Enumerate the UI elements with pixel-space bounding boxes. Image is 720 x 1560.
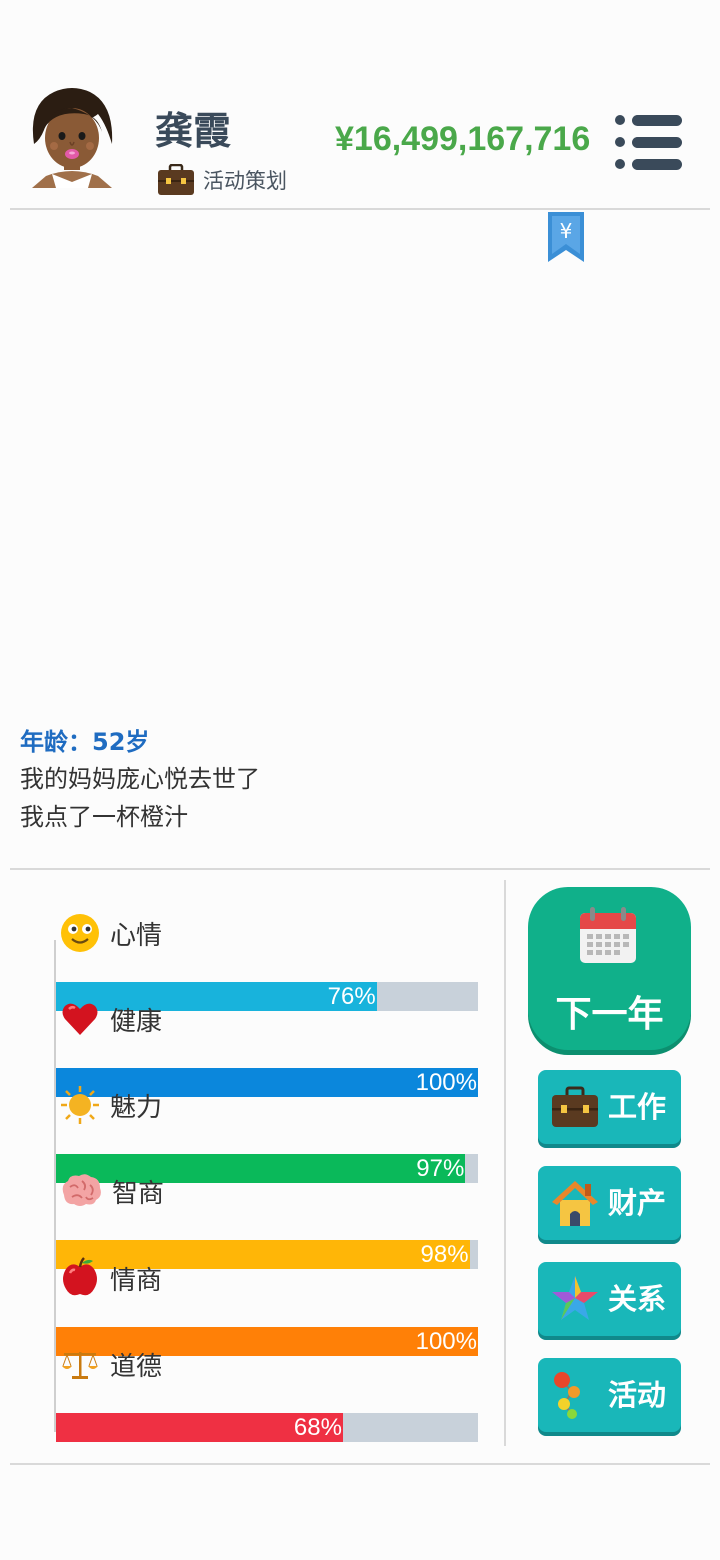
stat-percent: 98% bbox=[420, 1241, 469, 1268]
smiley-face-icon bbox=[61, 914, 99, 952]
log-line: 我的妈妈庞心悦去世了 bbox=[20, 765, 260, 793]
header: 龚霞 活动策划 ¥16,499,167,716 bbox=[0, 0, 720, 210]
activity-dots-icon bbox=[554, 1372, 580, 1419]
briefcase-icon bbox=[552, 1086, 598, 1127]
stats-axis-line bbox=[54, 940, 56, 1432]
stat-percent: 100% bbox=[415, 1069, 477, 1096]
job-label: 活动策划 bbox=[203, 169, 287, 193]
stat-percent: 68% bbox=[293, 1414, 342, 1441]
log-line: 我点了一杯橙汁 bbox=[20, 803, 188, 831]
work-label: 工作 bbox=[608, 1090, 667, 1124]
scales-icon bbox=[62, 1352, 98, 1379]
bookmark-symbol: ¥ bbox=[560, 219, 573, 243]
stat-bar-track: 68% bbox=[56, 1413, 478, 1442]
header-divider bbox=[10, 208, 710, 210]
briefcase-icon bbox=[158, 164, 194, 195]
age-line: 年龄：52岁 bbox=[20, 728, 150, 756]
stat-percent: 100% bbox=[415, 1328, 477, 1355]
event-log: 年龄：52岁 我的妈妈庞心悦去世了 我点了一杯橙汁 bbox=[20, 724, 700, 836]
stat-percent: 97% bbox=[416, 1155, 465, 1182]
stat-bar-fill: 68% bbox=[56, 1413, 343, 1442]
character-name: 龚霞 bbox=[155, 109, 232, 153]
assets-label: 财产 bbox=[608, 1186, 667, 1220]
next-year-label: 下一年 bbox=[555, 994, 664, 1035]
relations-button[interactable]: 关系 bbox=[538, 1262, 681, 1336]
avatar[interactable] bbox=[26, 84, 118, 192]
job-row: 活动策划 bbox=[157, 164, 287, 196]
menu-list-icon[interactable] bbox=[612, 112, 684, 172]
money-balance: ¥16,499,167,716 bbox=[335, 120, 591, 158]
next-year-button[interactable]: 下一年 bbox=[528, 887, 691, 1050]
star-icon bbox=[552, 1276, 598, 1320]
money-bookmark-icon[interactable]: ¥ bbox=[546, 212, 586, 264]
sun-icon bbox=[61, 1086, 99, 1124]
activities-button[interactable]: 活动 bbox=[538, 1358, 681, 1432]
stat-label: 道德 bbox=[110, 1351, 163, 1382]
stat-percent: 76% bbox=[327, 983, 376, 1010]
activities-label: 活动 bbox=[608, 1378, 667, 1412]
brain-icon bbox=[62, 1174, 101, 1206]
stat-label: 心情 bbox=[110, 920, 163, 951]
apple-icon bbox=[63, 1257, 97, 1296]
stat-label: 情商 bbox=[110, 1265, 163, 1296]
stat-label: 智商 bbox=[112, 1178, 165, 1209]
assets-button[interactable]: 财产 bbox=[538, 1166, 681, 1240]
stat-label: 魅力 bbox=[110, 1092, 163, 1123]
log-divider bbox=[10, 868, 710, 870]
heart-icon bbox=[62, 1003, 98, 1035]
bottom-divider bbox=[10, 1463, 710, 1465]
house-icon bbox=[552, 1181, 598, 1226]
relations-label: 关系 bbox=[608, 1282, 667, 1316]
calendar-icon bbox=[580, 907, 636, 963]
column-divider bbox=[504, 880, 506, 1446]
work-button[interactable]: 工作 bbox=[538, 1070, 681, 1144]
stat-label: 健康 bbox=[110, 1006, 163, 1037]
